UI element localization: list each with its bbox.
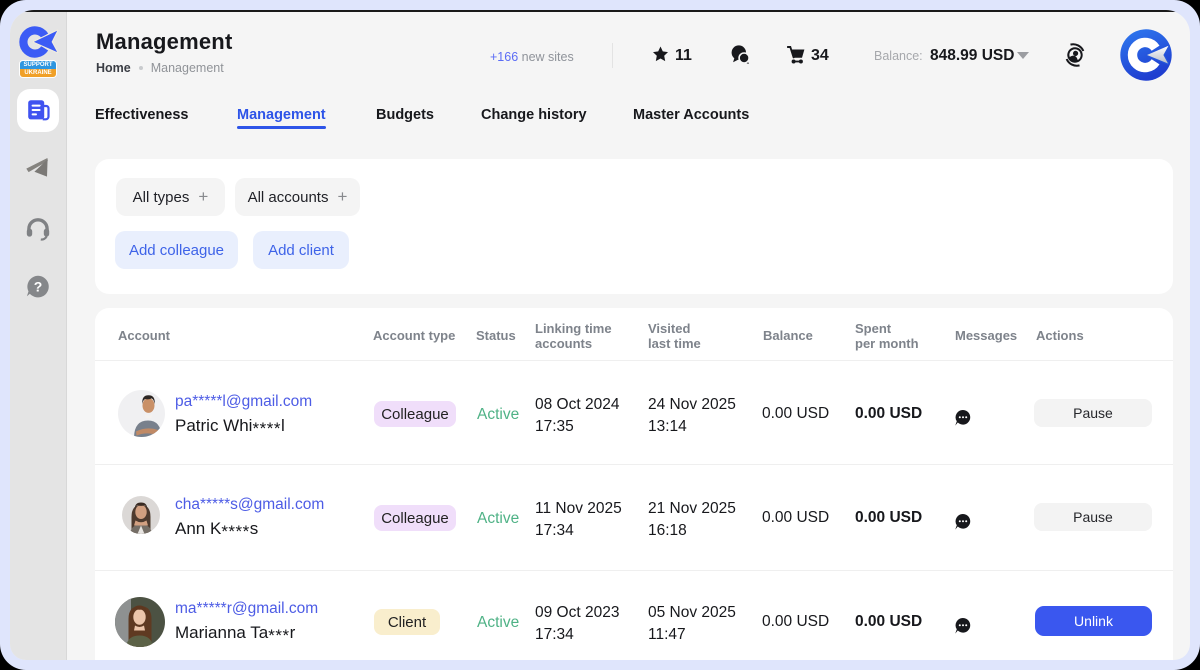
svg-text:?: ? [34,279,43,295]
